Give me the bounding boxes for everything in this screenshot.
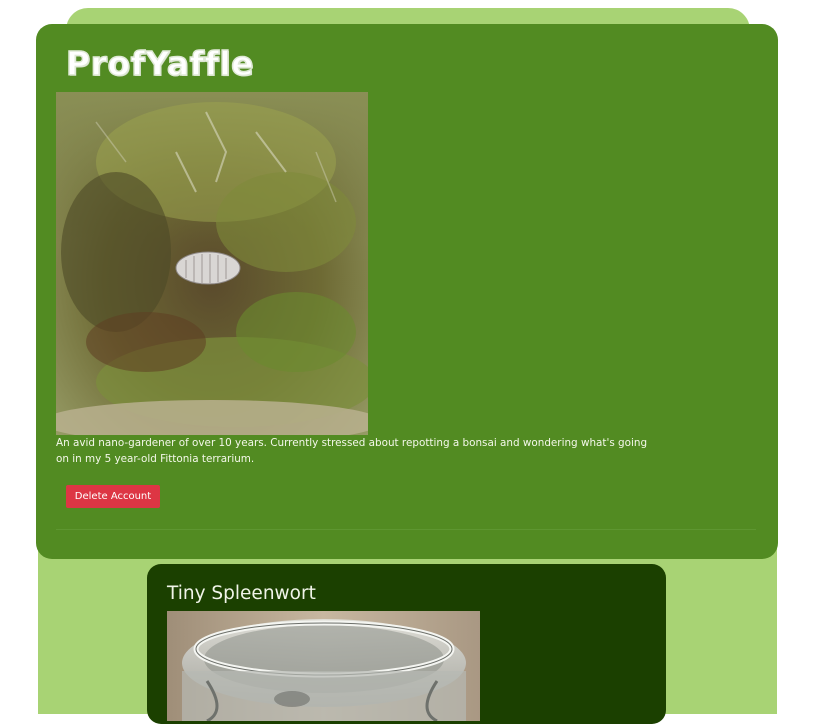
profile-photo <box>56 92 368 435</box>
delete-account-button[interactable]: Delete Account <box>66 485 160 508</box>
plant-name: Tiny Spleenwort <box>167 583 316 604</box>
profile-bio: An avid nano-gardener of over 10 years. … <box>56 437 648 465</box>
profile-username: ProfYaffle <box>65 43 255 84</box>
plant-photo <box>167 611 480 721</box>
jar-image <box>167 611 480 721</box>
divider <box>56 529 756 530</box>
terrarium-image <box>56 92 368 435</box>
